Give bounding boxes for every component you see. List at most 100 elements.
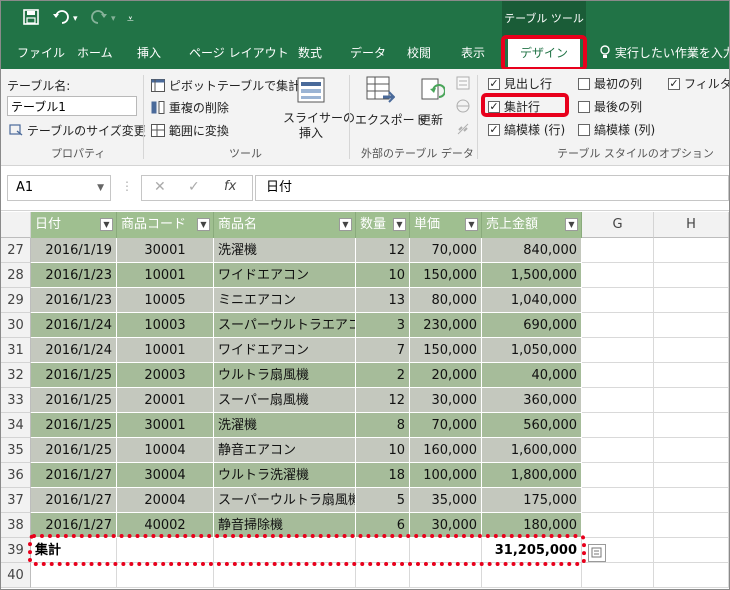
table-cell-qty[interactable]: 18	[356, 463, 410, 488]
tell-me-box[interactable]: 実行したい作業を入力	[599, 37, 729, 69]
table-cell-code[interactable]: 10004	[117, 438, 214, 463]
tab-data[interactable]: データ	[350, 37, 386, 69]
insert-function-icon[interactable]: fx	[224, 179, 236, 194]
table-cell-code[interactable]: 30001	[117, 413, 214, 438]
empty-cell[interactable]	[117, 563, 214, 588]
table-cell-code[interactable]: 30004	[117, 463, 214, 488]
undo-icon[interactable]	[53, 9, 71, 29]
empty-cell[interactable]	[582, 513, 654, 538]
table-cell-code[interactable]: 10001	[117, 338, 214, 363]
table-cell-date[interactable]: 2016/1/27	[31, 488, 117, 513]
header-cell-date[interactable]: 日付 ▼	[31, 212, 117, 238]
refresh-button-label[interactable]: 更新	[419, 111, 443, 128]
table-cell-name[interactable]: ウルトラ扇風機	[214, 363, 356, 388]
row-header[interactable]: 27	[1, 238, 31, 263]
empty-cell[interactable]	[582, 463, 654, 488]
empty-cell[interactable]	[356, 563, 410, 588]
tab-file[interactable]: ファイル	[17, 37, 65, 69]
table-cell-date[interactable]: 2016/1/25	[31, 363, 117, 388]
table-cell-code[interactable]: 10003	[117, 313, 214, 338]
table-cell-date[interactable]: 2016/1/24	[31, 338, 117, 363]
table-cell-name[interactable]: ワイドエアコン	[214, 263, 356, 288]
refresh-icon[interactable]	[421, 77, 446, 107]
empty-cell[interactable]	[654, 563, 729, 588]
table-cell-name[interactable]: スーパーウルトラエアコン	[214, 313, 356, 338]
empty-cell[interactable]	[654, 338, 729, 363]
row-header[interactable]: 35	[1, 438, 31, 463]
table-cell-code[interactable]: 20001	[117, 388, 214, 413]
empty-cell[interactable]	[582, 338, 654, 363]
empty-cell[interactable]	[654, 238, 729, 263]
table-cell-qty[interactable]: 13	[356, 288, 410, 313]
redo-icon[interactable]	[89, 9, 107, 29]
table-cell-name[interactable]: ミニエアコン	[214, 288, 356, 313]
table-cell-price[interactable]: 35,000	[410, 488, 482, 513]
table-cell-code[interactable]: 30001	[117, 238, 214, 263]
empty-cell[interactable]	[654, 363, 729, 388]
header-cell-price[interactable]: 単価 ▼	[410, 212, 482, 238]
empty-cell[interactable]	[482, 563, 582, 588]
header-cell-amount[interactable]: 売上金額 ▼	[482, 212, 582, 238]
table-cell-price[interactable]: 100,000	[410, 463, 482, 488]
empty-cell[interactable]	[582, 413, 654, 438]
header-row-checkbox[interactable]: ✓	[488, 78, 500, 90]
filter-button-checkbox[interactable]: ✓	[668, 78, 680, 90]
last-column-checkbox[interactable]	[578, 101, 590, 113]
table-cell-amount[interactable]: 1,800,000	[482, 463, 582, 488]
filter-dropdown-icon[interactable]: ▼	[339, 218, 352, 231]
quick-analysis-icon[interactable]	[588, 544, 606, 562]
empty-cell[interactable]	[654, 463, 729, 488]
customize-qat-icon[interactable]: ⩡	[127, 9, 134, 29]
pivot-summary-button[interactable]: ピボットテーブルで集計	[151, 77, 300, 94]
table-cell-date[interactable]: 2016/1/23	[31, 263, 117, 288]
row-header[interactable]: 38	[1, 513, 31, 538]
table-cell-amount[interactable]: 1,040,000	[482, 288, 582, 313]
table-cell-price[interactable]: 160,000	[410, 438, 482, 463]
header-cell-name[interactable]: 商品名 ▼	[214, 212, 356, 238]
empty-cell[interactable]	[654, 263, 729, 288]
row-header[interactable]: 36	[1, 463, 31, 488]
filter-dropdown-icon[interactable]: ▼	[100, 218, 113, 231]
table-cell-amount[interactable]: 1,500,000	[482, 263, 582, 288]
row-header[interactable]: 33	[1, 388, 31, 413]
properties-icon[interactable]	[456, 75, 470, 94]
empty-cell[interactable]	[654, 488, 729, 513]
unlink-icon[interactable]	[456, 121, 470, 140]
table-cell-name[interactable]: 洗濯機	[214, 238, 356, 263]
export-icon[interactable]	[365, 75, 396, 109]
empty-cell[interactable]	[582, 238, 654, 263]
empty-cell[interactable]	[582, 288, 654, 313]
table-cell-price[interactable]: 150,000	[410, 263, 482, 288]
banded-columns-checkbox[interactable]	[578, 124, 590, 136]
row-header[interactable]: 29	[1, 288, 31, 313]
table-cell-qty[interactable]: 10	[356, 438, 410, 463]
open-in-browser-icon[interactable]	[456, 98, 470, 117]
empty-cell[interactable]	[582, 438, 654, 463]
row-header[interactable]: 28	[1, 263, 31, 288]
table-cell-qty[interactable]: 10	[356, 263, 410, 288]
filter-dropdown-icon[interactable]: ▼	[393, 218, 406, 231]
tab-insert[interactable]: 挿入	[137, 37, 161, 69]
undo-dropdown-icon[interactable]: ▾	[73, 9, 78, 29]
first-column-checkbox[interactable]	[578, 78, 590, 90]
remove-duplicates-button[interactable]: 重複の削除	[151, 99, 229, 116]
empty-cell[interactable]	[654, 413, 729, 438]
table-cell-qty[interactable]: 12	[356, 238, 410, 263]
table-cell-amount[interactable]: 840,000	[482, 238, 582, 263]
empty-cell[interactable]	[582, 563, 654, 588]
table-cell-code[interactable]: 10005	[117, 288, 214, 313]
table-cell-name[interactable]: ウルトラ洗濯機	[214, 463, 356, 488]
empty-cell[interactable]	[582, 363, 654, 388]
insert-slicer-label-2[interactable]: 挿入	[299, 124, 323, 141]
select-all-corner[interactable]	[1, 212, 31, 238]
column-header-g[interactable]: G	[582, 212, 654, 238]
table-cell-date[interactable]: 2016/1/25	[31, 388, 117, 413]
table-cell-date[interactable]: 2016/1/25	[31, 413, 117, 438]
table-cell-qty[interactable]: 2	[356, 363, 410, 388]
empty-cell[interactable]	[654, 313, 729, 338]
redo-dropdown-icon[interactable]: ▾	[111, 9, 116, 29]
table-cell-amount[interactable]: 40,000	[482, 363, 582, 388]
empty-cell[interactable]	[582, 488, 654, 513]
tab-view[interactable]: 表示	[461, 37, 485, 69]
save-icon[interactable]	[23, 9, 39, 29]
